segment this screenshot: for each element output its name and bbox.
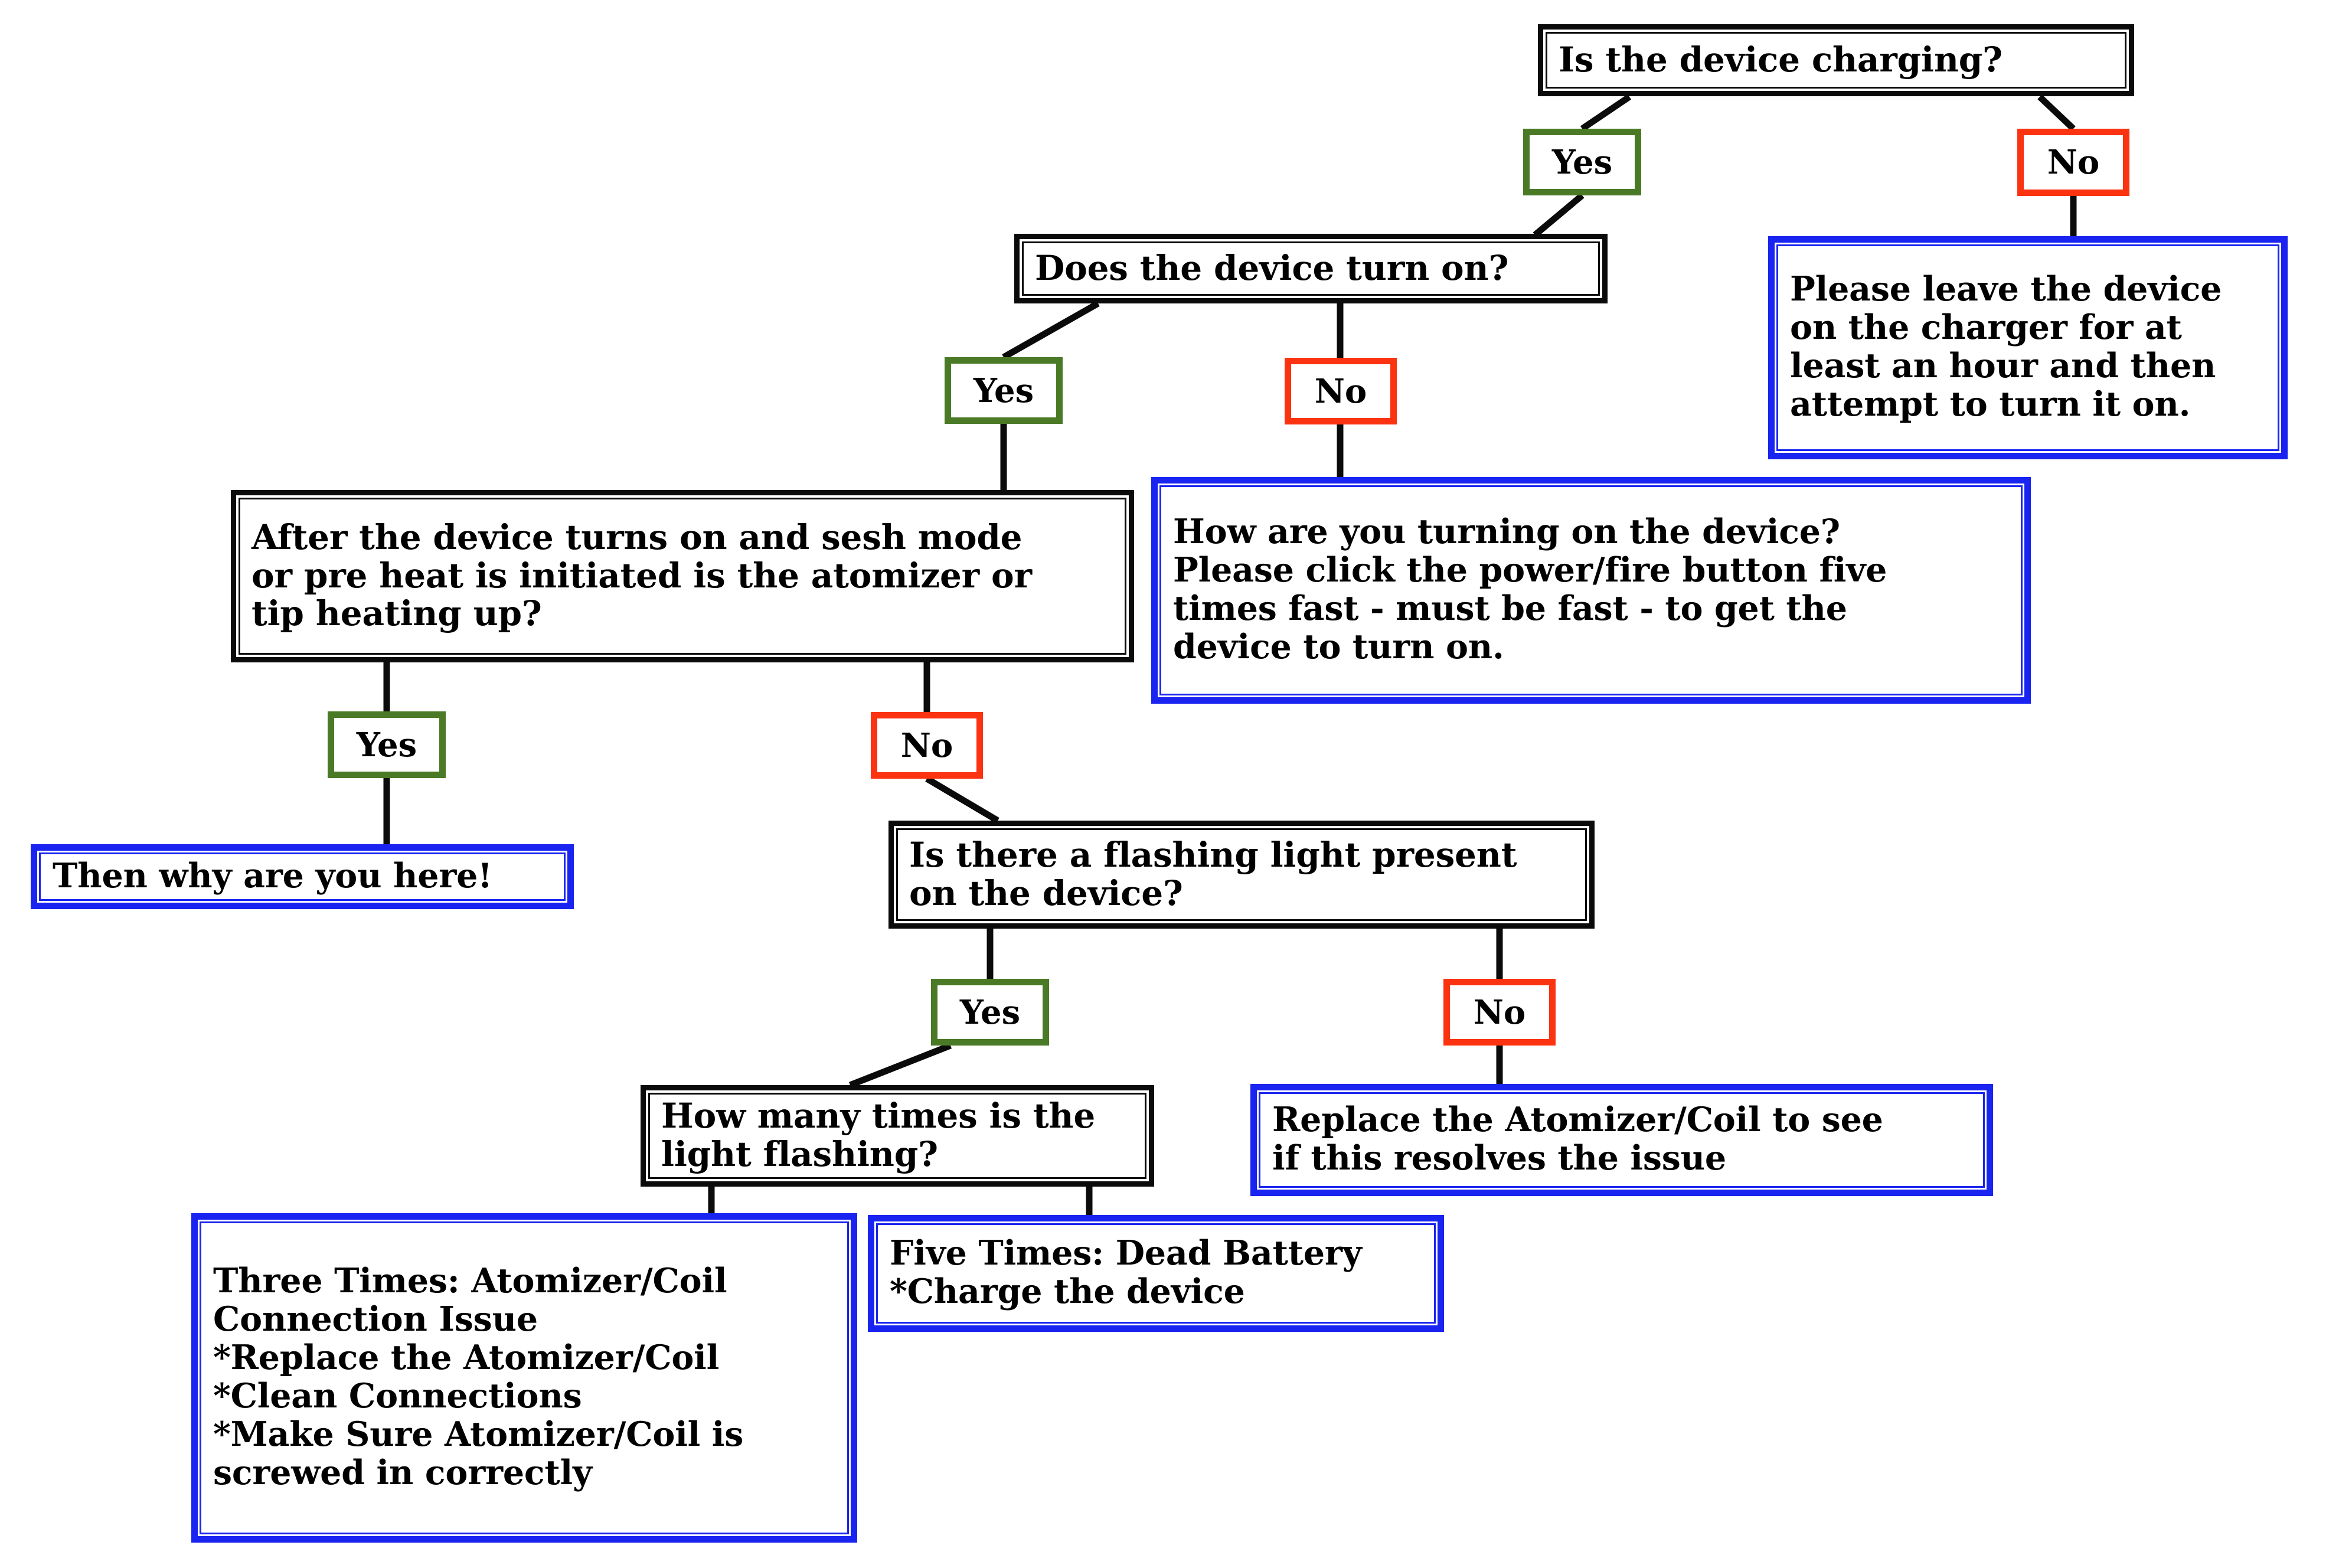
node-five-times-result[interactable]: Five Times: Dead Battery *Charge the dev… (868, 1215, 1444, 1332)
node-label: Then why are you here! (53, 855, 493, 896)
chip-heating-yes[interactable]: Yes (328, 711, 446, 778)
chip-charging-yes[interactable]: Yes (1523, 129, 1641, 195)
node-is-device-charging[interactable]: Is the device charging? (1538, 24, 2134, 96)
node-label: How many times is the light flashing? (661, 1096, 1096, 1174)
edge-no-to-flashing (925, 776, 999, 824)
node-replace-atomizer-coil[interactable]: Replace the Atomizer/Coil to see if this… (1250, 1084, 1993, 1196)
node-does-device-turn-on[interactable]: Does the device turn on? (1014, 234, 1608, 303)
edge-yes-to-turnon (1533, 192, 1585, 238)
chip-label: Yes (973, 371, 1034, 410)
node-label: Is the device charging? (1559, 39, 2003, 80)
chip-label: Yes (356, 725, 417, 765)
edge-turnon-yes (1002, 300, 1100, 360)
node-label: Please leave the device on the charger f… (1790, 269, 2222, 424)
node-label: Five Times: Dead Battery *Charge the dev… (890, 1233, 1362, 1311)
edge-charging-yes (1580, 94, 1632, 132)
chip-label: No (1314, 371, 1367, 411)
chip-charging-no[interactable]: No (2017, 129, 2129, 196)
node-how-are-you-turning-on[interactable]: How are you turning on the device? Pleas… (1151, 477, 2031, 704)
node-how-many-times-flashing[interactable]: How many times is the light flashing? (641, 1085, 1154, 1187)
chip-heating-no[interactable]: No (871, 712, 983, 779)
edge-yes-to-how-many (848, 1042, 952, 1089)
chip-label: Yes (959, 992, 1021, 1032)
node-three-times-result[interactable]: Three Times: Atomizer/Coil Connection Is… (191, 1213, 857, 1543)
node-is-flashing-light-present[interactable]: Is there a flashing light present on the… (888, 821, 1595, 929)
node-label: How are you turning on the device? Pleas… (1173, 512, 1887, 667)
chip-label: No (1473, 992, 1526, 1032)
node-label: Does the device turn on? (1035, 247, 1509, 288)
node-label: Three Times: Atomizer/Coil Connection Is… (213, 1261, 744, 1492)
node-label: After the device turns on and sesh mode … (251, 517, 1032, 634)
node-label: Is there a flashing light present on the… (909, 834, 1517, 913)
chip-flashing-yes[interactable]: Yes (931, 979, 1049, 1046)
chip-turnon-yes[interactable]: Yes (945, 357, 1063, 424)
chip-flashing-no[interactable]: No (1443, 979, 1556, 1046)
node-then-why-are-you-here[interactable]: Then why are you here! (31, 844, 574, 909)
chip-label: No (2047, 143, 2100, 182)
node-label: Replace the Atomizer/Coil to see if this… (1272, 1100, 1883, 1178)
edge-charging-no (2037, 94, 2076, 131)
node-is-atomizer-heating[interactable]: After the device turns on and sesh mode … (231, 490, 1134, 662)
chip-turnon-no[interactable]: No (1285, 358, 1397, 424)
chip-label: Yes (1551, 142, 1613, 182)
flowchart-canvas: Is the device charging? Does the device … (0, 0, 2352, 1568)
node-leave-on-charger[interactable]: Please leave the device on the charger f… (1768, 236, 2288, 459)
chip-label: No (900, 726, 953, 765)
